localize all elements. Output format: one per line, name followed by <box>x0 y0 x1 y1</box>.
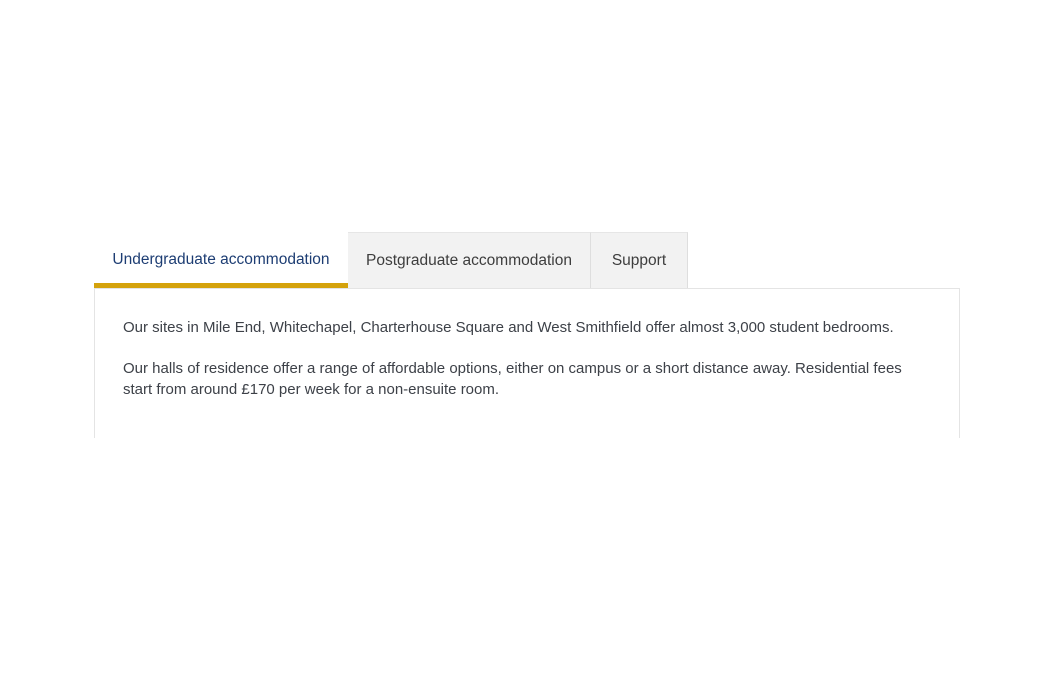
panel-paragraph-halls: Our halls of residence offer a range of … <box>123 360 902 398</box>
tab-support[interactable]: Support <box>591 232 688 288</box>
tab-list: Undergraduate accommodation Postgraduate… <box>94 232 960 288</box>
tab-postgraduate-accommodation[interactable]: Postgraduate accommodation <box>348 232 591 288</box>
tab-undergraduate-accommodation[interactable]: Undergraduate accommodation <box>94 232 348 288</box>
page: Undergraduate accommodation Postgraduate… <box>0 0 1050 700</box>
tab-panel-undergraduate: Our sites in Mile End, Whitechapel, Char… <box>94 288 960 438</box>
panel-paragraph-sites: Our sites in Mile End, Whitechapel, Char… <box>123 319 894 336</box>
accommodation-tabs: Undergraduate accommodation Postgraduate… <box>94 232 960 438</box>
